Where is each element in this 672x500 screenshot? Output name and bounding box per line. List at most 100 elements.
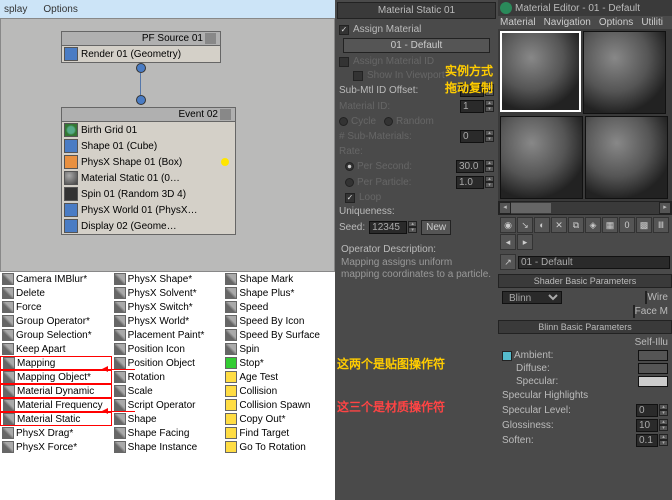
connector-out[interactable] [136, 63, 146, 73]
depot-item[interactable]: Spin [223, 342, 335, 356]
depot-item[interactable]: PhysX Switch* [112, 300, 224, 314]
depot-item[interactable]: Mapping [0, 356, 112, 370]
shader-select[interactable]: Blinn [502, 291, 562, 304]
depot-item[interactable]: Group Selection* [0, 328, 112, 342]
depot-item[interactable]: Speed By Surface [223, 328, 335, 342]
operator-row[interactable]: Display 02 (Geome… [62, 218, 235, 234]
particle-view[interactable]: PF Source 01 Render 01 (Geometry) Event … [0, 18, 335, 272]
sample-scrollbar[interactable]: ◂▸ [498, 201, 672, 215]
get-material-icon[interactable]: ◉ [500, 217, 516, 233]
arrow-head [102, 366, 108, 372]
nav-sibling-icon[interactable]: ▸ [517, 234, 533, 250]
sample-slot[interactable] [585, 116, 668, 199]
menu-material[interactable]: Material [500, 17, 536, 28]
pf-source-node[interactable]: PF Source 01 Render 01 (Geometry) [61, 31, 221, 63]
depot-item[interactable]: Mapping Object* [0, 370, 112, 384]
soften-input[interactable] [636, 434, 658, 447]
depot-item[interactable]: Shape Facing [112, 426, 224, 440]
specular-swatch[interactable] [638, 376, 668, 387]
operator-row[interactable]: Spin 01 (Random 3D 4) [62, 186, 235, 202]
menu-display[interactable]: splay [4, 4, 27, 15]
glossiness-input[interactable] [636, 419, 658, 432]
depot-item[interactable]: Shape [112, 412, 224, 426]
new-seed-button[interactable]: New [421, 220, 451, 235]
material-name-input[interactable] [518, 256, 670, 269]
connector-in[interactable] [136, 95, 146, 105]
event-node[interactable]: Event 02 Birth Grid 01Shape 01 (Cube)Phy… [61, 107, 236, 235]
depot-item[interactable]: Group Operator* [0, 314, 112, 328]
ambient-lock-icon[interactable] [502, 351, 512, 361]
sample-slot[interactable] [500, 31, 581, 112]
menu-navigation[interactable]: Navigation [544, 17, 591, 28]
depot-item[interactable]: Material Static [0, 412, 112, 426]
sample-slot[interactable] [583, 31, 666, 114]
blinn-rollout[interactable]: Blinn Basic Parameters [498, 320, 672, 334]
depot-icon [2, 315, 14, 327]
show-end-icon[interactable]: Ⅲ [653, 217, 669, 233]
menu-options[interactable]: Options [599, 17, 633, 28]
depot-item[interactable]: Collision Spawn [223, 398, 335, 412]
copy-icon[interactable]: ⧉ [568, 217, 584, 233]
operator-row[interactable]: PhysX World 01 (PhysX… [62, 202, 235, 218]
depot-item[interactable]: Material Frequency [0, 398, 112, 412]
depot-item[interactable]: Keep Apart [0, 342, 112, 356]
depot-item[interactable]: Go To Rotation [223, 440, 335, 454]
reset-icon[interactable]: ✕ [551, 217, 567, 233]
nav-parent-icon[interactable]: ◂ [500, 234, 516, 250]
persec-radio [345, 162, 354, 171]
ambient-swatch[interactable] [638, 350, 668, 361]
spec-hl-label: Specular Highlights [498, 388, 672, 403]
put-to-scene-icon[interactable]: ↘ [517, 217, 533, 233]
menu-options[interactable]: Options [43, 4, 77, 15]
depot-item[interactable]: Stop* [223, 356, 335, 370]
depot-icon [3, 357, 15, 369]
depot-item[interactable]: PhysX Force* [0, 440, 112, 454]
depot-item[interactable]: Rotation [112, 370, 224, 384]
depot-item[interactable]: Placement Paint* [112, 328, 224, 342]
depot-item[interactable]: Position Object [112, 356, 224, 370]
depot-item[interactable]: PhysX World* [112, 314, 224, 328]
effects-icon[interactable]: 0 [619, 217, 635, 233]
depot-item[interactable]: Age Test [223, 370, 335, 384]
depot-item[interactable]: Material Dynamic [0, 384, 112, 398]
pick-icon[interactable]: ↗ [500, 254, 516, 270]
depot-item[interactable]: Shape Instance [112, 440, 224, 454]
operator-row[interactable]: Birth Grid 01 [62, 122, 235, 138]
put-library-icon[interactable]: ▦ [602, 217, 618, 233]
depot-item[interactable]: PhysX Solvent* [112, 286, 224, 300]
show-map-icon[interactable]: ▩ [636, 217, 652, 233]
operator-depot[interactable]: Camera IMBlur*DeleteForceGroup Operator*… [0, 272, 335, 500]
depot-item[interactable]: Shape Mark [223, 272, 335, 286]
sample-slot[interactable] [500, 116, 583, 199]
depot-item[interactable]: Scale [112, 384, 224, 398]
depot-item[interactable]: Delete [0, 286, 112, 300]
depot-item[interactable]: Copy Out* [223, 412, 335, 426]
spec-level-input[interactable] [636, 404, 658, 417]
diffuse-swatch[interactable] [638, 363, 668, 374]
depot-item[interactable]: Script Operator [112, 398, 224, 412]
op-icon [64, 123, 78, 137]
depot-item[interactable]: Force [0, 300, 112, 314]
depot-item[interactable]: Collision [223, 384, 335, 398]
depot-item[interactable]: Speed By Icon [223, 314, 335, 328]
depot-item[interactable]: Shape Plus* [223, 286, 335, 300]
depot-item[interactable]: Position Icon [112, 342, 224, 356]
depot-item[interactable]: PhysX Shape* [112, 272, 224, 286]
assign-id-check[interactable] [339, 57, 349, 67]
menu-utilities[interactable]: Utiliti [641, 17, 663, 28]
op-icon [64, 171, 78, 185]
make-unique-icon[interactable]: ◈ [585, 217, 601, 233]
operator-row[interactable]: PhysX Shape 01 (Box) [62, 154, 235, 170]
assign-material-check[interactable] [339, 25, 349, 35]
depot-item[interactable]: PhysX Drag* [0, 426, 112, 440]
me-titlebar[interactable]: Material Editor - 01 - Default [498, 0, 672, 16]
operator-row[interactable]: Shape 01 (Cube) [62, 138, 235, 154]
depot-item[interactable]: Camera IMBlur* [0, 272, 112, 286]
seed-input[interactable] [369, 221, 407, 234]
depot-item[interactable]: Speed [223, 300, 335, 314]
shader-rollout[interactable]: Shader Basic Parameters [498, 274, 672, 288]
assign-icon[interactable]: ◐ [534, 217, 550, 233]
material-button[interactable]: 01 - Default [343, 38, 490, 53]
operator-row[interactable]: Material Static 01 (0… [62, 170, 235, 186]
depot-item[interactable]: Find Target [223, 426, 335, 440]
